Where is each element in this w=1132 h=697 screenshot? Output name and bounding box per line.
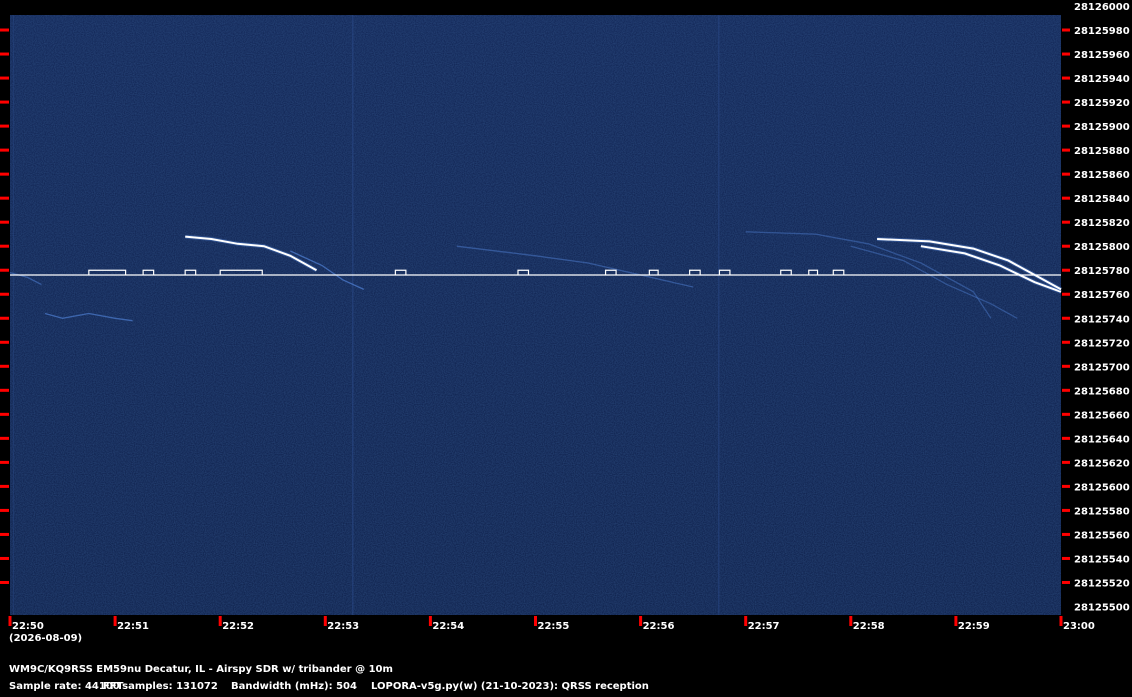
y-tick-right (1062, 340, 1070, 344)
y-tick-left (0, 196, 9, 200)
y-tick-left (0, 508, 9, 512)
y-tick-left (0, 436, 9, 440)
y-tick-label: 28125520 (1074, 578, 1130, 589)
y-tick-right (1062, 436, 1070, 440)
y-tick-label: 28125820 (1074, 218, 1130, 229)
sample-rate: Sample rate: 44100 (9, 681, 120, 692)
y-tick-left (0, 292, 9, 296)
y-tick-left (0, 484, 9, 488)
y-tick-label: 28125500 (1074, 603, 1130, 614)
station-info: WM9C/KQ9RSS EM59nu Decatur, IL - Airspy … (9, 664, 393, 675)
y-tick-left (0, 388, 9, 392)
station-line: WM9C/KQ9RSS EM59nu Decatur, IL - Airspy … (9, 664, 393, 675)
y-tick-label: 28125900 (1074, 122, 1130, 133)
y-tick-label: 28125720 (1074, 338, 1130, 349)
y-tick-right (1062, 388, 1070, 392)
y-tick-label: 28125540 (1074, 554, 1130, 565)
y-tick-label: 28125860 (1074, 170, 1130, 181)
y-tick-label: 28125780 (1074, 266, 1130, 277)
x-tick-label: 22:52 (222, 621, 254, 632)
y-tick-right (1062, 556, 1070, 560)
date-label: (2026-08-09) (9, 633, 82, 644)
y-tick-right (1062, 268, 1070, 272)
y-tick-right (1062, 52, 1070, 56)
y-tick-right (1062, 28, 1070, 32)
spectrogram-chart: 28126000 28125980 28125960 28125940 28125920… (0, 2, 1130, 644)
y-tick-label: 28125700 (1074, 362, 1130, 373)
x-tick-label: 22:54 (432, 621, 464, 632)
y-tick-right (1062, 508, 1070, 512)
y-tick-right (1062, 292, 1070, 296)
y-tick-label: 28125760 (1074, 290, 1130, 301)
x-tick-label: 22:50 (12, 621, 44, 632)
y-tick-left (0, 268, 9, 272)
noise-texture (10, 15, 1061, 615)
y-tick-label: 28125640 (1074, 434, 1130, 445)
y-tick-right (1062, 244, 1070, 248)
y-tick-label: 28125560 (1074, 530, 1130, 541)
fft-samples: FFTsamples: 131072 (103, 681, 218, 692)
x-tick-label: 22:56 (643, 621, 675, 632)
y-tick-right (1062, 580, 1070, 584)
y-tick-left (0, 172, 9, 176)
y-tick-left (0, 316, 9, 320)
y-tick-right (1062, 460, 1070, 464)
y-tick-right (1062, 172, 1070, 176)
y-tick-label: 28125740 (1074, 314, 1130, 325)
y-tick-left (0, 556, 9, 560)
y-tick-label: 28125940 (1074, 74, 1130, 85)
y-tick-left (0, 76, 9, 80)
y-tick-left (0, 412, 9, 416)
y-tick-left (0, 340, 9, 344)
y-tick-left (0, 220, 9, 224)
x-tick-label: 23:00 (1063, 621, 1095, 632)
y-tick-left (0, 52, 9, 56)
y-tick-right (1062, 484, 1070, 488)
vertical-streak (352, 15, 354, 615)
y-tick-right (1062, 124, 1070, 128)
x-tick-label: 22:55 (538, 621, 570, 632)
y-tick-right (1062, 364, 1070, 368)
y-tick-right (1062, 220, 1070, 224)
y-tick-left (0, 28, 9, 32)
y-tick-left (0, 244, 9, 248)
y-tick-left (0, 460, 9, 464)
y-tick-right (1062, 196, 1070, 200)
x-tick-label: 22:57 (748, 621, 780, 632)
y-tick-label: 28125880 (1074, 146, 1130, 157)
x-tick-label: 22:51 (117, 621, 149, 632)
y-tick-right (1062, 100, 1070, 104)
y-tick-right (1062, 532, 1070, 536)
y-tick-left (0, 124, 9, 128)
y-tick-label: 28125920 (1074, 98, 1130, 109)
x-axis: 22:50 22:51 22:52 22:53 22:54 22:55 22:56 22:57… (8, 616, 1095, 632)
y-tick-label: 28125660 (1074, 410, 1130, 421)
y-tick-right (1062, 76, 1070, 80)
y-tick-left (0, 148, 9, 152)
y-tick-left (0, 532, 9, 536)
y-tick-label: 28125620 (1074, 458, 1130, 469)
y-tick-right (1062, 316, 1070, 320)
y-tick-right (1062, 412, 1070, 416)
y-tick-label: 28126000 (1074, 2, 1130, 13)
y-tick-label: 28125580 (1074, 506, 1130, 517)
vertical-streak (718, 15, 720, 615)
y-tick-label: 28125840 (1074, 194, 1130, 205)
y-tick-label: 28125980 (1074, 26, 1130, 37)
software-info: LOPORA-v5g.py(w) (21-10-2023): QRSS rece… (371, 681, 649, 692)
params-line: Sample rate: 44100FFTsamples: 131072 Band… (9, 681, 649, 692)
y-tick-label: 28125800 (1074, 242, 1130, 253)
x-tick-label: 22:59 (958, 621, 990, 632)
y-tick-left (0, 580, 9, 584)
x-tick-label: 22:53 (327, 621, 359, 632)
y-tick-label: 28125600 (1074, 482, 1130, 493)
y-tick-label: 28125680 (1074, 386, 1130, 397)
vertical-streak (13, 15, 14, 615)
bandwidth: Bandwidth (mHz): 504 (231, 681, 357, 692)
y-tick-left (0, 100, 9, 104)
y-tick-left (0, 364, 9, 368)
y-tick-label: 28125960 (1074, 50, 1130, 61)
y-tick-right (1062, 148, 1070, 152)
x-tick-label: 22:58 (853, 621, 885, 632)
